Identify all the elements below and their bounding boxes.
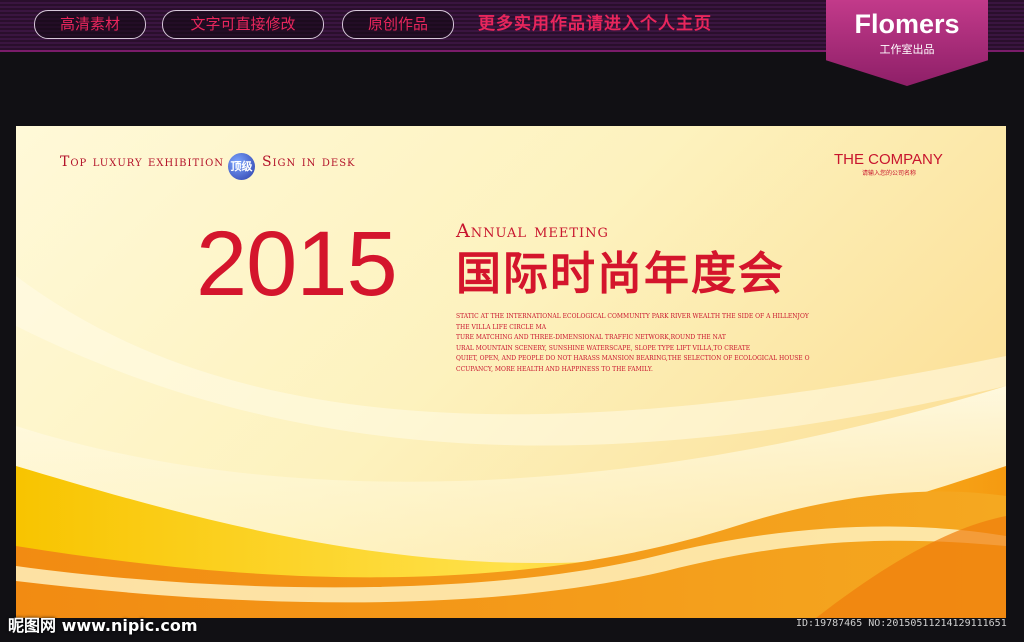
- tagline-right: Sign in desk: [262, 154, 356, 170]
- tagline-left: Top luxury exhibition: [60, 154, 225, 170]
- desc-line: CCUPANCY, MORE HEALTH AND HAPPINESS TO T…: [456, 365, 653, 373]
- pill-original-work[interactable]: 原创作品: [342, 10, 454, 39]
- promo-text[interactable]: 更多实用作品请进入个人主页: [478, 10, 712, 38]
- desc-line: TURE MATCHING AND THREE-DIMENSIONAL TRAF…: [456, 334, 726, 341]
- poster-banner: Top luxury exhibition 顶级 Sign in desk TH…: [16, 126, 1006, 618]
- top-badge: 顶级: [228, 153, 255, 180]
- brand-badge: Flomers 工作室出品: [826, 0, 988, 86]
- desc-line: URAL MOUNTAIN SCENERY, SUNSHINE WATERSCA…: [456, 344, 751, 352]
- watermark-id: ID:19787465 NO:20150511214129111651: [796, 618, 1007, 629]
- annual-meeting-heading: Annual meeting: [456, 220, 609, 242]
- pill-hd-material[interactable]: 高清素材: [34, 10, 146, 39]
- company-name: THE COMPANY: [834, 151, 943, 168]
- desc-line: STATIC AT THE INTERNATIONAL ECOLOGICAL C…: [456, 313, 809, 320]
- brand-subtitle: 工作室出品: [879, 43, 935, 56]
- chinese-title: 国际时尚年度会: [456, 247, 786, 300]
- year-heading: 2015: [196, 213, 398, 315]
- brand-title: Flomers: [854, 9, 960, 39]
- desc-line: THE VILLA LIFE CIRCLE MA: [456, 323, 547, 331]
- company-subtitle: 请输入您的公司名称: [862, 170, 917, 177]
- desc-line: QUIET, OPEN, AND PEOPLE DO NOT HARASS MA…: [456, 355, 810, 362]
- pill-editable-text[interactable]: 文字可直接修改: [162, 10, 324, 39]
- watermark-site: 昵图网 www.nipic.com: [8, 616, 198, 635]
- description-block: STATIC AT THE INTERNATIONAL ECOLOGICAL C…: [456, 312, 846, 375]
